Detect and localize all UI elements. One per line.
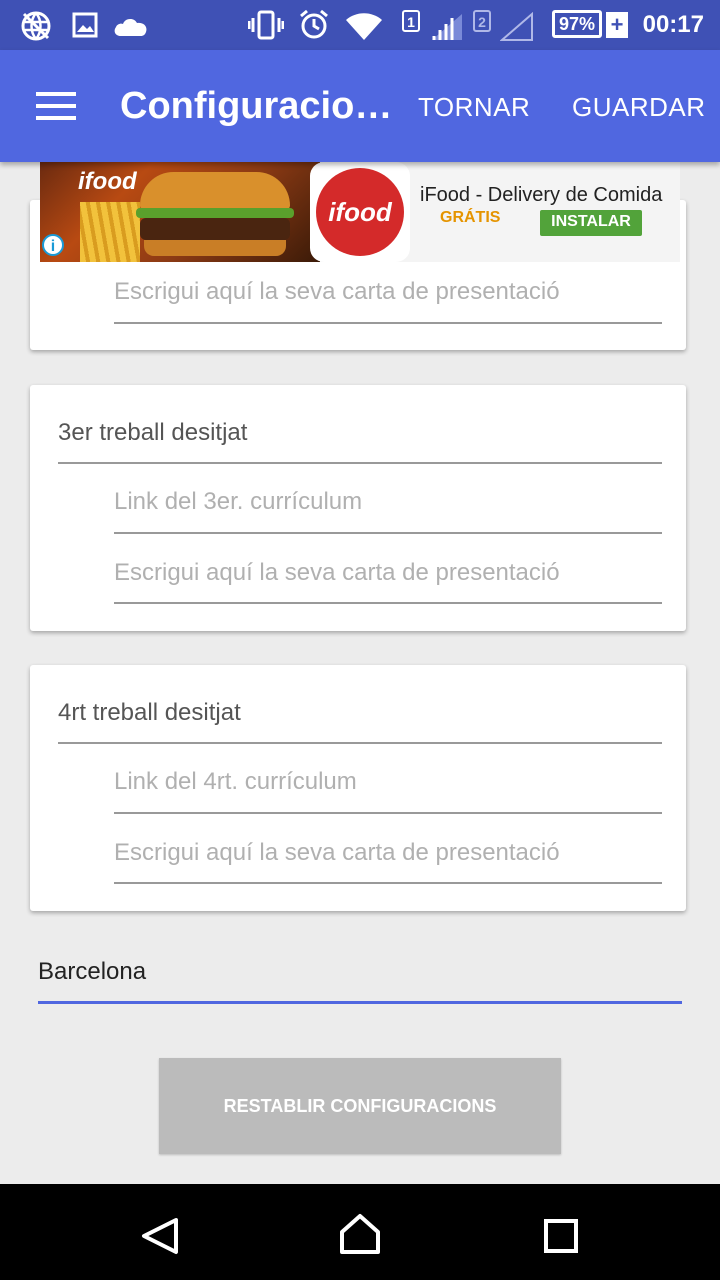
ad-price: GRÁTIS bbox=[440, 209, 501, 226]
ad-app-logo: ifood bbox=[310, 162, 410, 262]
reset-settings-button[interactable]: RESTABLIR CONFIGURACIONS bbox=[159, 1058, 561, 1154]
ad-info-icon[interactable]: i bbox=[42, 234, 64, 256]
city-input-underline bbox=[38, 1001, 682, 1004]
field-underline bbox=[58, 742, 662, 744]
field-underline bbox=[114, 532, 662, 534]
navigation-bar bbox=[0, 1184, 720, 1280]
field-underline bbox=[58, 462, 662, 464]
ad-banner[interactable]: ifood i ifood iFood - Delivery de Comida… bbox=[40, 162, 680, 262]
signal-empty-icon bbox=[500, 12, 533, 41]
cv-link-field[interactable]: Link del 4rt. currículum bbox=[114, 768, 357, 796]
home-icon[interactable] bbox=[300, 1184, 420, 1280]
field-underline bbox=[114, 322, 662, 324]
cv-link-field[interactable]: Link del 3er. currículum bbox=[114, 488, 362, 516]
battery-charging-indicator: + bbox=[606, 12, 628, 38]
field-underline bbox=[114, 882, 662, 884]
alarm-icon bbox=[300, 9, 328, 39]
ad-install-button[interactable]: INSTALAR bbox=[540, 210, 642, 236]
job-title-field[interactable]: 3er treball desitjat bbox=[58, 419, 247, 447]
ad-logo-text: ifood bbox=[316, 168, 404, 256]
back-button[interactable]: TORNAR bbox=[418, 92, 530, 123]
battery-icon: 97% bbox=[552, 10, 602, 38]
recents-icon[interactable] bbox=[500, 1184, 620, 1280]
page-title: Configuracio… bbox=[120, 85, 393, 127]
wifi-icon bbox=[346, 13, 382, 40]
clock: 00:17 bbox=[642, 11, 704, 38]
job-card-4: 4rt treball desitjat Link del 4rt. currí… bbox=[30, 665, 686, 911]
ad-food-image: ifood bbox=[40, 162, 320, 262]
back-icon[interactable] bbox=[100, 1184, 220, 1280]
vibrate-icon bbox=[248, 10, 284, 40]
field-underline bbox=[114, 602, 662, 604]
cover-letter-field[interactable]: Escrigui aquí la seva carta de presentac… bbox=[114, 839, 560, 867]
image-icon bbox=[72, 12, 98, 38]
status-bar: 1 2 97% + 00:17 bbox=[0, 0, 720, 50]
signal-icon bbox=[432, 14, 462, 40]
app-bar: Configuracio… TORNAR GUARDAR bbox=[0, 50, 720, 162]
cloud-icon bbox=[114, 18, 147, 36]
save-button[interactable]: GUARDAR bbox=[572, 92, 706, 123]
cover-letter-field[interactable]: Escrigui aquí la seva carta de presentac… bbox=[114, 559, 560, 587]
field-underline bbox=[114, 812, 662, 814]
job-card-3: 3er treball desitjat Link del 3er. currí… bbox=[30, 385, 686, 631]
ad-image-logo: ifood bbox=[78, 168, 137, 195]
ad-title: iFood - Delivery de Comida bbox=[420, 184, 663, 206]
job-title-field[interactable]: 4rt treball desitjat bbox=[58, 699, 241, 727]
cover-letter-field[interactable]: Escrigui aquí la seva carta de presentac… bbox=[114, 278, 560, 306]
menu-icon[interactable] bbox=[36, 92, 76, 120]
globe-icon bbox=[21, 11, 51, 41]
sim2-badge: 2 bbox=[473, 10, 491, 32]
city-input[interactable]: Barcelona bbox=[38, 958, 146, 986]
sim1-badge: 1 bbox=[402, 10, 420, 32]
